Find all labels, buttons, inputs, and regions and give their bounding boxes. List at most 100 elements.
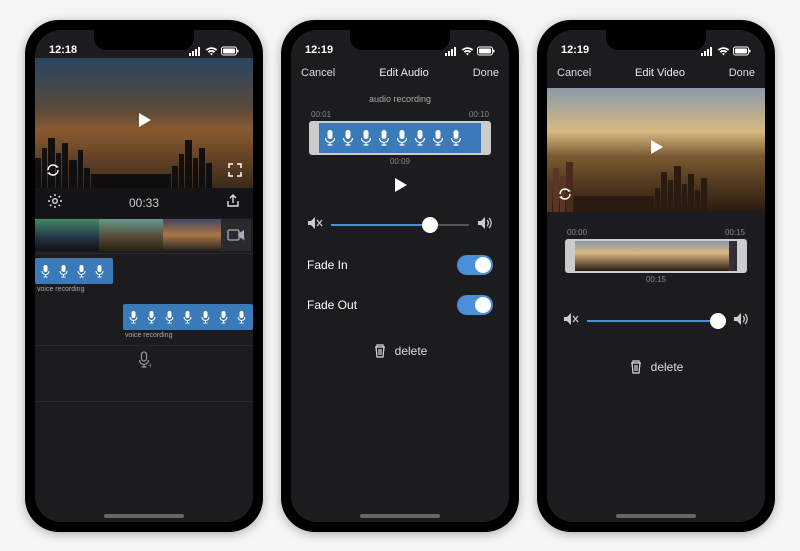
trim-current-time: 00:09 <box>309 155 491 166</box>
volume-slider[interactable] <box>331 224 469 226</box>
home-indicator[interactable] <box>360 514 440 518</box>
clip-name-label: audio recording <box>291 88 509 106</box>
audio-track-1-row[interactable]: voice recording <box>35 254 253 300</box>
fade-in-toggle[interactable] <box>457 255 493 275</box>
status-time: 12:19 <box>561 44 589 56</box>
skyline-art <box>35 130 253 188</box>
phone-1: 12:18 <box>25 20 263 532</box>
signal-icon <box>700 46 714 56</box>
mic-icon <box>359 129 373 147</box>
clip-thumb[interactable] <box>163 219 195 251</box>
audio-clip-2[interactable] <box>123 304 253 330</box>
duration-label: 00:33 <box>129 196 159 210</box>
cancel-button[interactable]: Cancel <box>301 67 335 79</box>
control-bar: 00:33 <box>35 188 253 218</box>
wifi-icon <box>717 46 730 56</box>
notch <box>606 30 706 50</box>
trim-handle-right[interactable] <box>737 241 745 271</box>
trim-start-time: 00:00 <box>567 228 587 237</box>
notch <box>94 30 194 50</box>
mic-icon <box>55 264 71 278</box>
video-preview[interactable] <box>547 88 765 212</box>
clip-thumb[interactable] <box>131 219 163 251</box>
audio-clip-2-label: voice recording <box>125 332 172 339</box>
status-icons <box>444 46 495 56</box>
home-indicator[interactable] <box>616 514 696 518</box>
signal-icon <box>444 46 458 56</box>
video-track[interactable]: + <box>35 218 253 254</box>
loop-icon[interactable] <box>41 158 65 182</box>
fade-out-label: Fade Out <box>307 298 357 312</box>
done-button[interactable]: Done <box>729 67 755 79</box>
play-button[interactable] <box>291 168 509 202</box>
mic-icon <box>323 129 337 147</box>
trim-handle-left[interactable] <box>567 241 575 271</box>
volume-mute-icon[interactable] <box>307 216 323 235</box>
add-audio-icon[interactable]: + <box>35 346 253 374</box>
mic-icon <box>395 129 409 147</box>
clip-thumb[interactable] <box>35 219 67 251</box>
fullscreen-icon[interactable] <box>223 158 247 182</box>
volume-knob[interactable] <box>710 313 726 329</box>
svg-text:+: + <box>148 361 151 369</box>
clip-thumb[interactable] <box>195 219 221 251</box>
wifi-icon <box>205 46 218 56</box>
loop-icon[interactable] <box>553 182 577 206</box>
video-trim-bar[interactable] <box>565 239 747 273</box>
battery-icon <box>221 46 239 56</box>
screen-edit-video: 12:19 Cancel Edit Video Done <box>547 30 765 522</box>
trash-icon <box>629 359 643 375</box>
volume-slider-row <box>547 286 765 341</box>
cancel-button[interactable]: Cancel <box>557 67 591 79</box>
clip-thumb[interactable] <box>67 219 99 251</box>
trim-section: 00:01 00:10 00:09 <box>291 106 509 168</box>
page-title: Edit Video <box>635 67 685 79</box>
settings-icon[interactable] <box>47 193 63 212</box>
add-video-icon[interactable]: + <box>221 219 251 251</box>
nav-header: Cancel Edit Audio Done <box>291 58 509 88</box>
nav-header: Cancel Edit Video Done <box>547 58 765 88</box>
mic-icon <box>73 264 89 278</box>
empty-row <box>35 402 253 430</box>
timeline[interactable]: + voice recording <box>35 218 253 430</box>
audio-clip-1[interactable] <box>35 258 113 284</box>
home-indicator[interactable] <box>104 514 184 518</box>
done-button[interactable]: Done <box>473 67 499 79</box>
volume-max-icon[interactable] <box>733 312 749 331</box>
wifi-icon <box>461 46 474 56</box>
delete-label: delete <box>395 344 428 358</box>
mic-icon <box>125 310 141 324</box>
trim-current-time: 00:15 <box>565 273 747 284</box>
volume-slider[interactable] <box>587 320 725 322</box>
trim-time-marks: 00:00 00:15 <box>565 228 747 239</box>
audio-track-2-row[interactable]: voice recording <box>35 300 253 346</box>
mic-icon <box>233 310 249 324</box>
share-icon[interactable] <box>225 193 241 212</box>
signal-icon <box>188 46 202 56</box>
frame-thumb <box>641 241 663 271</box>
trim-handle-right[interactable] <box>481 123 489 153</box>
play-icon[interactable] <box>134 110 154 135</box>
delete-button[interactable]: delete <box>291 325 509 377</box>
frame-thumb <box>685 241 707 271</box>
fade-in-row: Fade In <box>291 245 509 285</box>
audio-clip-1-label: voice recording <box>37 286 84 293</box>
volume-slider-row <box>291 202 509 245</box>
frame-thumb <box>619 241 641 271</box>
trim-end-time: 00:10 <box>469 110 489 119</box>
status-time: 12:18 <box>49 44 77 56</box>
clip-thumb[interactable] <box>99 219 131 251</box>
mic-icon <box>179 310 195 324</box>
video-preview[interactable] <box>35 58 253 188</box>
mic-icon <box>341 129 355 147</box>
volume-max-icon[interactable] <box>477 216 493 235</box>
audio-trim-bar[interactable] <box>309 121 491 155</box>
delete-button[interactable]: delete <box>547 341 765 393</box>
fade-out-toggle[interactable] <box>457 295 493 315</box>
trim-handle-left[interactable] <box>311 123 319 153</box>
play-icon <box>391 176 409 194</box>
play-icon[interactable] <box>646 137 666 162</box>
mic-icon <box>37 264 53 278</box>
volume-knob[interactable] <box>422 217 438 233</box>
volume-mute-icon[interactable] <box>563 312 579 331</box>
